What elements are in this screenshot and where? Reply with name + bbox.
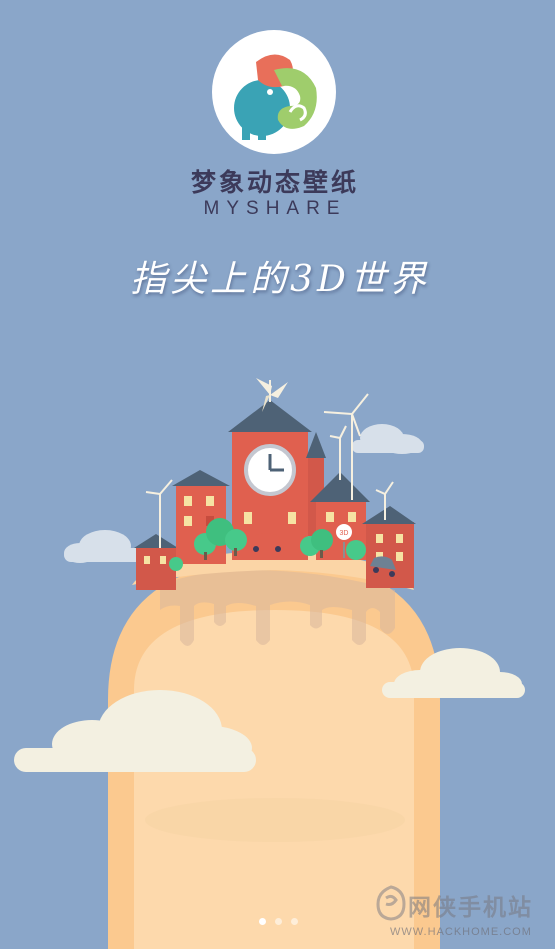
watermark-text: 网侠手机站 <box>408 895 533 921</box>
page-indicator <box>248 918 308 928</box>
road-sign-text: 3D <box>340 530 349 537</box>
watermark-url: WWW.HACKHOME.COM <box>390 926 532 938</box>
page-dot-2[interactable] <box>274 918 282 925</box>
page-dot-3[interactable] <box>290 918 298 925</box>
watermark: 网侠手机站 WWW.HACKHOME.COM <box>372 882 552 946</box>
cloud-top-right <box>352 424 424 454</box>
page-dot-1[interactable] <box>258 918 266 925</box>
building-far-right <box>362 506 416 588</box>
watermark-logo-icon <box>376 885 406 921</box>
finger-city-illustration: 3D <box>14 378 525 949</box>
cloud-left-small <box>64 530 144 563</box>
